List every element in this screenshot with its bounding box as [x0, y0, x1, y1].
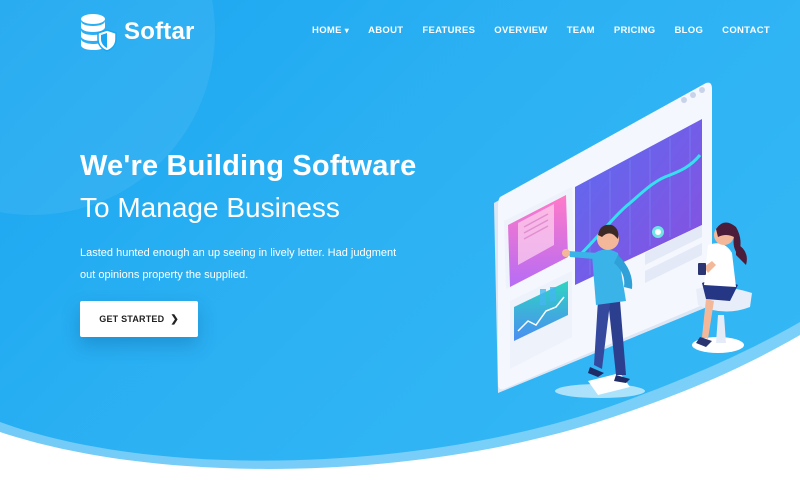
nav-item-label: BLOG — [674, 25, 704, 36]
hero-section: Softar HOME ▾ ABOUT FEATURES OVERVIEW TE… — [0, 0, 800, 500]
nav-item-team[interactable]: TEAM — [567, 25, 595, 36]
hero-subheadline: To Manage Business — [80, 192, 340, 223]
get-started-label: GET STARTED — [99, 314, 165, 324]
get-started-button[interactable]: GET STARTED ❯ — [80, 301, 198, 337]
hero-illustration — [494, 82, 752, 398]
nav-item-home[interactable]: HOME ▾ — [312, 25, 349, 36]
brand-logo[interactable]: Softar — [80, 12, 195, 52]
phone-icon — [698, 263, 706, 275]
window-dot-icon — [681, 97, 687, 103]
main-nav: HOME ▾ ABOUT FEATURES OVERVIEW TEAM PRIC… — [293, 25, 770, 36]
nav-item-label: FEATURES — [422, 25, 476, 36]
hero-description: Lasted hunted enough an up seeing in liv… — [80, 247, 397, 281]
nav-item-about[interactable]: ABOUT — [368, 25, 403, 36]
nav-item-blog[interactable]: BLOG — [675, 25, 704, 36]
window-dot-icon — [699, 87, 705, 93]
brand-name: Softar — [124, 18, 195, 45]
chevron-right-icon: ❯ — [170, 313, 179, 325]
nav-item-overview[interactable]: OVERVIEW — [494, 25, 547, 36]
nav-item-label: PRICING — [613, 25, 656, 36]
nav-item-pricing[interactable]: PRICING — [614, 25, 656, 36]
nav-item-features[interactable]: FEATURES — [422, 25, 475, 36]
window-dot-icon — [690, 92, 696, 98]
nav-item-contact[interactable]: CONTACT — [722, 25, 770, 36]
hero-headline: We're Building Software — [80, 150, 417, 182]
nav-item-label: CONTACT — [722, 25, 770, 36]
nav-item-label: HOME — [312, 25, 342, 36]
chevron-down-icon: ▾ — [344, 26, 350, 35]
nav-item-label: OVERVIEW — [494, 25, 548, 36]
nav-item-label: ABOUT — [368, 25, 404, 36]
database-shield-icon — [81, 14, 117, 52]
nav-item-label: TEAM — [566, 25, 595, 36]
